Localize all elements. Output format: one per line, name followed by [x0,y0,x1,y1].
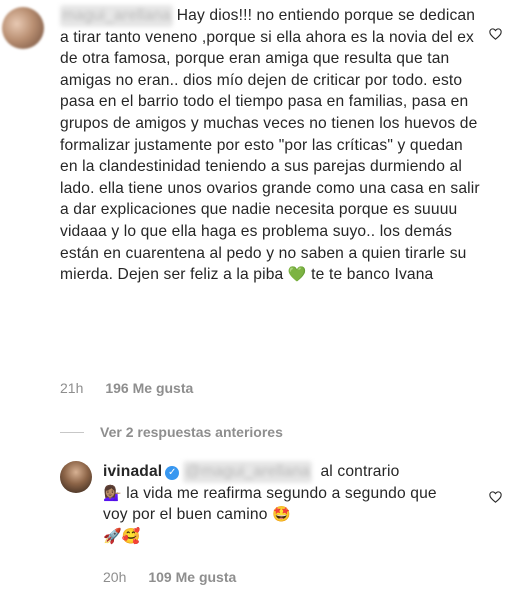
username-link[interactable]: ivinadal [103,463,162,480]
comment-tail: te te banco Ivana [306,266,434,284]
mention-link[interactable]: @magui_arellana [183,461,312,483]
green-heart-icon: 💚 [287,266,307,284]
timestamp[interactable]: 21h [60,380,83,396]
divider-line [60,431,84,433]
likes-label[interactable]: Me gusta [176,569,237,585]
woman-tipping-hand-icon: 💁🏽‍♀️ [103,484,122,502]
comment-text: Hay dios!!! no entiendo porque se dedica… [60,7,485,284]
smiling-face-hearts-icon: 🥰 [121,527,141,545]
view-replies-button[interactable]: Ver 2 respuestas anteriores [60,424,283,440]
view-replies-label: Ver 2 respuestas anteriores [100,424,283,440]
username-link[interactable]: magui_arellana [60,5,173,27]
like-heart-icon[interactable] [489,28,502,40]
reply-meta: 20h 109 Me gusta [103,569,236,585]
likes-count[interactable]: 109 [148,569,171,585]
rocket-icon: 🚀 [103,527,122,545]
verified-badge-icon: ✓ [165,466,180,480]
comment-meta: 21h 196 Me gusta [60,380,193,396]
reply-text-1: al contrario [315,463,400,480]
likes-label[interactable]: Me gusta [133,380,194,396]
reply-body: ivinadal ✓ @magui_arellana al contrario 💁🏽… [103,461,463,547]
star-struck-icon: 🤩 [272,506,291,524]
like-heart-icon[interactable] [489,491,502,503]
avatar[interactable] [60,461,92,493]
likes-count[interactable]: 196 [105,380,128,396]
timestamp[interactable]: 20h [103,569,126,585]
avatar[interactable] [2,7,44,49]
comment-body: magui_arellana Hay dios!!! no entiendo po… [60,5,480,286]
